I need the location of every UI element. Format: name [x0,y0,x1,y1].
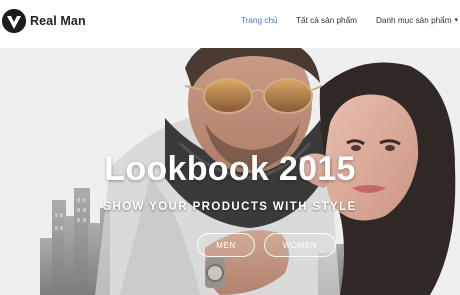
hero-title: Lookbook 2015 [104,150,356,188]
nav-categories-label: Danh mục sản phẩm [376,16,452,25]
main-nav: Trang chủ Tất cả sản phẩm Danh mục sản p… [0,16,460,32]
nav-categories[interactable]: Danh mục sản phẩm ▾ [376,16,458,25]
nav-home[interactable]: Trang chủ [241,16,278,25]
hero-subtitle: SHOW YOUR PRODUCTS WITH STYLE [103,201,357,213]
site-header: Real Man Trang chủ Tất cả sản phẩm Danh … [0,0,460,48]
nav-all-products[interactable]: Tất cả sản phẩm [296,16,357,25]
hero-banner: Lookbook 2015 SHOW YOUR PRODUCTS WITH ST… [0,48,460,295]
men-button[interactable]: MEN [197,233,255,257]
women-button[interactable]: WOMEN [264,233,336,257]
chevron-down-icon: ▾ [454,17,459,24]
